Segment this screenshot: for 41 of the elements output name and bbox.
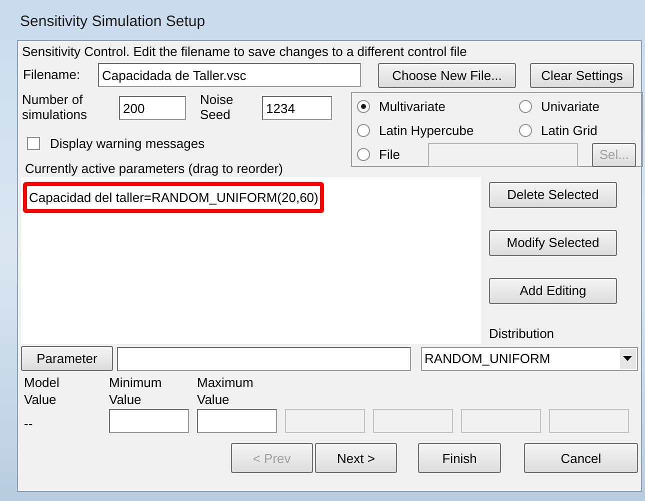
- parameters-label: Currently active parameters (drag to reorder): [25, 160, 284, 176]
- radio-label: Latin Grid: [541, 122, 598, 140]
- radio-label: File: [379, 146, 401, 164]
- simulations-field[interactable]: 200: [119, 96, 186, 120]
- radio-label: Multivariate: [379, 98, 446, 116]
- nav-button[interactable]: Next >: [314, 443, 398, 473]
- radio-label: Univariate: [541, 98, 601, 116]
- checkbox-label: Display warning messages: [50, 135, 205, 153]
- list-action-button[interactable]: Delete Selected: [489, 182, 617, 208]
- model-value-label: Model Value: [24, 374, 60, 408]
- parameter-list[interactable]: Capacidad del taller=RANDOM_UNIFORM(20,60): [21, 176, 481, 344]
- instruction-text: Sensitivity Control. Edit the filename to save changes to a different control file: [21, 43, 468, 59]
- distribution-dropdown[interactable]: RANDOM_UNIFORM: [420, 346, 638, 370]
- distribution-label: Distribution: [489, 324, 556, 342]
- value-label: Minimum Value: [109, 374, 163, 408]
- window-title: Sensitivity Simulation Setup: [20, 12, 206, 32]
- radio-button[interactable]: [357, 148, 370, 161]
- nav-button[interactable]: Finish: [418, 443, 501, 473]
- value-field[interactable]: [197, 408, 277, 432]
- filename-field[interactable]: Capacidada de Taller.vsc: [98, 63, 361, 87]
- radio-label: Latin Hypercube: [379, 122, 474, 140]
- list-item[interactable]: Capacidad del taller=RANDOM_UNIFORM(20,60): [23, 182, 324, 213]
- list-action-button[interactable]: Add Editing: [489, 278, 617, 304]
- choose-file-button[interactable]: Choose New File...: [378, 62, 516, 88]
- list-action-button[interactable]: Modify Selected: [489, 230, 617, 256]
- model-value-text: --: [24, 414, 34, 432]
- filename-label: Filename:: [22, 66, 82, 84]
- value-field[interactable]: [109, 408, 189, 432]
- noise-seed-field[interactable]: 1234: [262, 96, 332, 120]
- clear-settings-button[interactable]: Clear Settings: [530, 62, 634, 88]
- radio-button[interactable]: [357, 100, 370, 113]
- noise-seed-label: Noise Seed: [200, 92, 234, 122]
- parameter-button[interactable]: Parameter: [21, 346, 113, 371]
- radio-button[interactable]: [519, 100, 532, 113]
- radio-button[interactable]: [519, 124, 532, 137]
- value-label: Maximum Value: [197, 374, 254, 408]
- nav-button[interactable]: Cancel: [524, 443, 638, 473]
- radio-button[interactable]: [357, 124, 370, 137]
- checkbox[interactable]: [27, 137, 40, 150]
- simulations-label: Number of simulations: [21, 92, 88, 122]
- parameter-field[interactable]: [116, 346, 411, 370]
